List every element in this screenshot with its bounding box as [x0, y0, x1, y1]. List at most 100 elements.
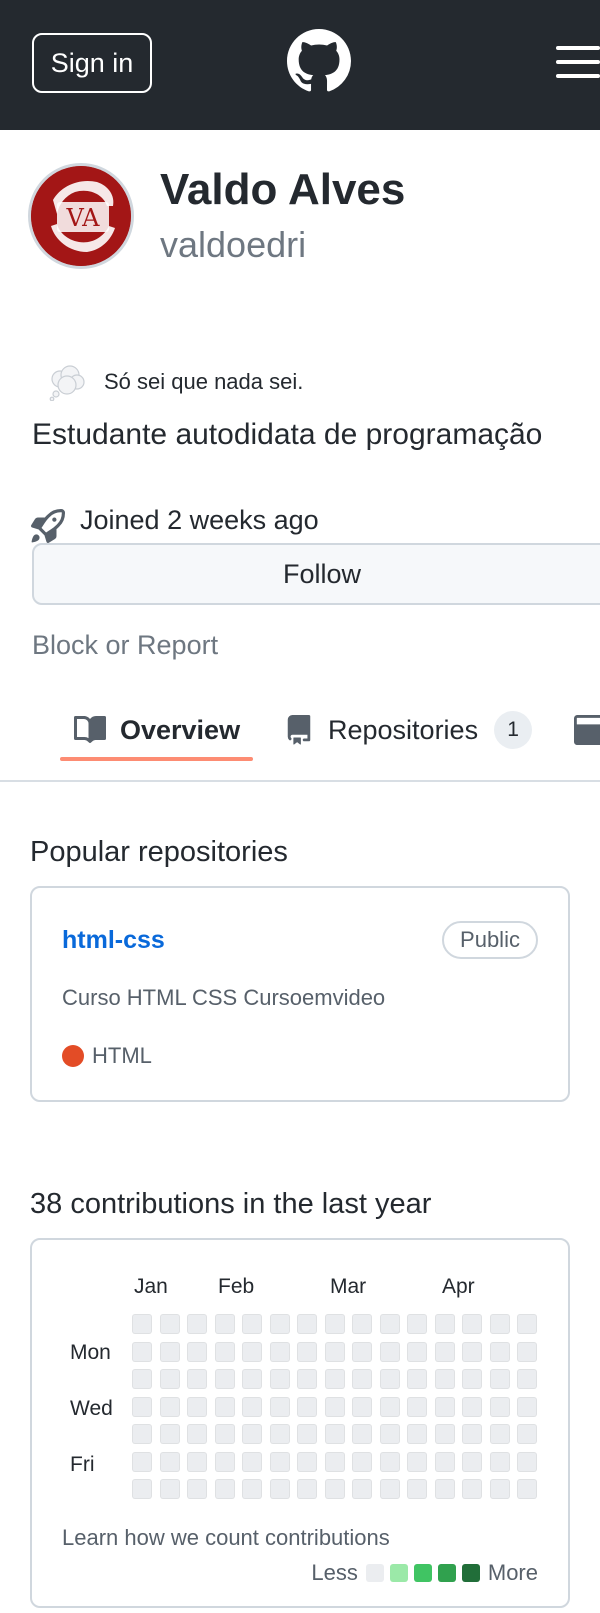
contribution-day-cell[interactable]: [352, 1451, 372, 1472]
contribution-day-cell[interactable]: [489, 1369, 510, 1389]
contribution-day-cell[interactable]: [159, 1396, 180, 1417]
contribution-day-cell[interactable]: [434, 1341, 455, 1362]
contribution-day-cell[interactable]: [517, 1424, 537, 1444]
contribution-day-cell[interactable]: [352, 1314, 372, 1334]
contribution-day-cell[interactable]: [242, 1424, 262, 1444]
hamburger-menu-icon[interactable]: [556, 46, 600, 78]
thought-balloon-icon[interactable]: [48, 365, 86, 401]
contribution-day-cell[interactable]: [214, 1451, 235, 1472]
contribution-day-cell[interactable]: [489, 1479, 510, 1499]
contribution-day-cell[interactable]: [489, 1424, 510, 1444]
contribution-day-cell[interactable]: [517, 1369, 537, 1389]
contribution-day-cell[interactable]: [434, 1369, 455, 1389]
learn-contributions-link[interactable]: Learn how we count contributions: [62, 1525, 390, 1551]
contribution-day-cell[interactable]: [269, 1451, 290, 1472]
contribution-day-cell[interactable]: [379, 1424, 400, 1444]
contribution-day-cell[interactable]: [352, 1479, 372, 1499]
contribution-day-cell[interactable]: [462, 1314, 482, 1334]
contribution-day-cell[interactable]: [132, 1341, 152, 1362]
contribution-day-cell[interactable]: [132, 1396, 152, 1417]
contribution-day-cell[interactable]: [352, 1369, 372, 1389]
contribution-day-cell[interactable]: [434, 1451, 455, 1472]
contribution-day-cell[interactable]: [187, 1424, 207, 1444]
contribution-day-cell[interactable]: [297, 1396, 317, 1417]
contribution-day-cell[interactable]: [269, 1369, 290, 1389]
contribution-day-cell[interactable]: [489, 1396, 510, 1417]
contribution-day-cell[interactable]: [379, 1479, 400, 1499]
contribution-day-cell[interactable]: [434, 1396, 455, 1417]
contribution-day-cell[interactable]: [159, 1369, 180, 1389]
contribution-day-cell[interactable]: [379, 1396, 400, 1417]
contribution-day-cell[interactable]: [187, 1341, 207, 1362]
contribution-day-cell[interactable]: [269, 1396, 290, 1417]
github-logo-icon[interactable]: [287, 29, 351, 93]
contribution-day-cell[interactable]: [269, 1479, 290, 1499]
contribution-day-cell[interactable]: [407, 1451, 427, 1472]
contribution-day-cell[interactable]: [214, 1314, 235, 1334]
contribution-day-cell[interactable]: [517, 1479, 537, 1499]
contribution-day-cell[interactable]: [132, 1424, 152, 1444]
contribution-day-cell[interactable]: [407, 1369, 427, 1389]
contribution-day-cell[interactable]: [159, 1424, 180, 1444]
contribution-day-cell[interactable]: [242, 1369, 262, 1389]
contribution-day-cell[interactable]: [462, 1424, 482, 1444]
contribution-day-cell[interactable]: [352, 1396, 372, 1417]
contribution-day-cell[interactable]: [324, 1314, 345, 1334]
contribution-day-cell[interactable]: [324, 1341, 345, 1362]
avatar[interactable]: VA: [31, 166, 131, 266]
contribution-day-cell[interactable]: [297, 1314, 317, 1334]
contribution-day-cell[interactable]: [324, 1369, 345, 1389]
contribution-day-cell[interactable]: [379, 1451, 400, 1472]
contribution-day-cell[interactable]: [242, 1314, 262, 1334]
contribution-day-cell[interactable]: [214, 1369, 235, 1389]
contribution-day-cell[interactable]: [297, 1479, 317, 1499]
contribution-day-cell[interactable]: [132, 1451, 152, 1472]
contribution-day-cell[interactable]: [462, 1341, 482, 1362]
contribution-day-cell[interactable]: [462, 1369, 482, 1389]
contribution-day-cell[interactable]: [324, 1424, 345, 1444]
contribution-day-cell[interactable]: [159, 1479, 180, 1499]
tab-projects[interactable]: [574, 700, 600, 760]
contribution-day-cell[interactable]: [407, 1479, 427, 1499]
follow-button[interactable]: Follow: [32, 543, 600, 605]
contribution-day-cell[interactable]: [434, 1424, 455, 1444]
contribution-day-cell[interactable]: [187, 1396, 207, 1417]
contribution-day-cell[interactable]: [489, 1451, 510, 1472]
contribution-day-cell[interactable]: [187, 1314, 207, 1334]
repo-name-link[interactable]: html-css: [62, 926, 165, 955]
contribution-day-cell[interactable]: [324, 1396, 345, 1417]
contribution-day-cell[interactable]: [242, 1341, 262, 1362]
contribution-day-cell[interactable]: [297, 1341, 317, 1362]
contribution-day-cell[interactable]: [379, 1314, 400, 1334]
contribution-day-cell[interactable]: [132, 1369, 152, 1389]
contribution-day-cell[interactable]: [242, 1479, 262, 1499]
contribution-day-cell[interactable]: [462, 1451, 482, 1472]
contribution-day-cell[interactable]: [297, 1369, 317, 1389]
contribution-day-cell[interactable]: [214, 1479, 235, 1499]
contribution-day-cell[interactable]: [517, 1451, 537, 1472]
contribution-day-cell[interactable]: [407, 1396, 427, 1417]
contribution-day-cell[interactable]: [379, 1369, 400, 1389]
contribution-day-cell[interactable]: [407, 1341, 427, 1362]
contribution-day-cell[interactable]: [434, 1314, 455, 1334]
contribution-day-cell[interactable]: [187, 1451, 207, 1472]
contribution-day-cell[interactable]: [269, 1341, 290, 1362]
contribution-day-cell[interactable]: [297, 1424, 317, 1444]
contribution-day-cell[interactable]: [269, 1314, 290, 1334]
contribution-day-cell[interactable]: [242, 1396, 262, 1417]
contribution-day-cell[interactable]: [214, 1341, 235, 1362]
contribution-day-cell[interactable]: [379, 1341, 400, 1362]
contribution-day-cell[interactable]: [517, 1341, 537, 1362]
contribution-day-cell[interactable]: [489, 1341, 510, 1362]
contribution-day-cell[interactable]: [159, 1341, 180, 1362]
contribution-day-cell[interactable]: [159, 1451, 180, 1472]
tab-overview[interactable]: Overview: [74, 700, 240, 760]
contribution-day-cell[interactable]: [517, 1314, 537, 1334]
contribution-day-cell[interactable]: [434, 1479, 455, 1499]
contribution-day-cell[interactable]: [407, 1314, 427, 1334]
contribution-day-cell[interactable]: [242, 1451, 262, 1472]
block-or-report-link[interactable]: Block or Report: [32, 630, 218, 661]
tab-repositories[interactable]: Repositories 1: [284, 700, 533, 760]
contribution-day-cell[interactable]: [187, 1369, 207, 1389]
contribution-day-cell[interactable]: [132, 1479, 152, 1499]
